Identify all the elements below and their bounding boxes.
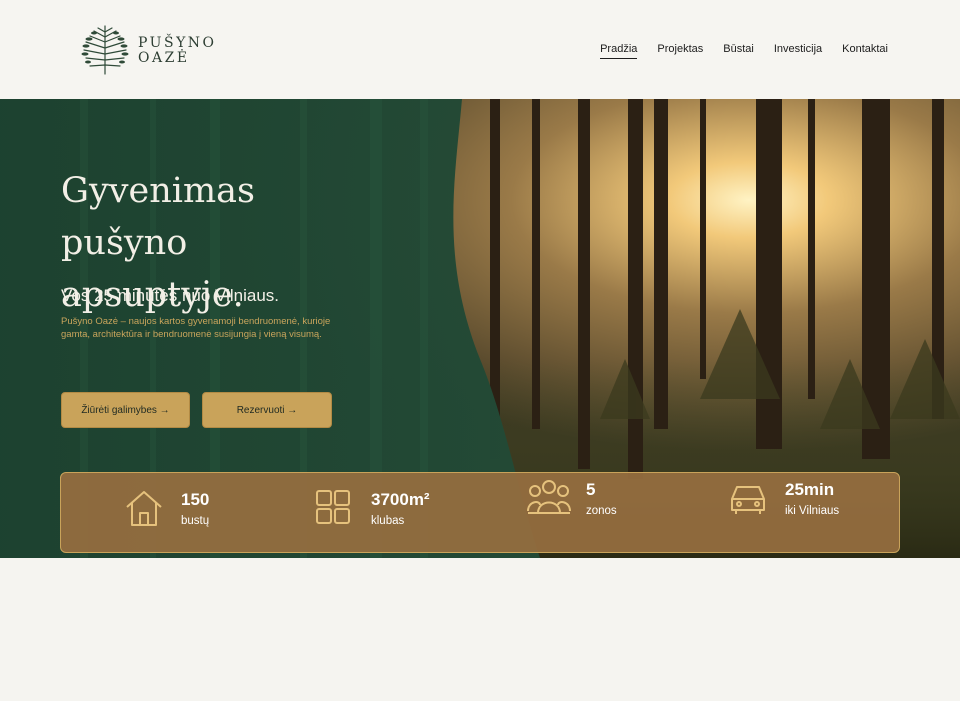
stat-label: bustų — [181, 515, 210, 527]
stat-value: 150 — [181, 490, 210, 509]
nav-item-projektas[interactable]: Projektas — [657, 43, 703, 59]
below-fold-area — [0, 558, 960, 701]
stat-label: klubas — [371, 515, 405, 527]
stat-value: 3700m² — [371, 490, 430, 509]
house-icon — [126, 491, 162, 526]
hero-title-line1: Gyvenimas pušyno — [61, 171, 255, 263]
view-options-button[interactable]: Žiūrėti galimybes → — [61, 392, 190, 428]
car-icon — [731, 486, 765, 514]
logo-line2: OAZĖ — [138, 50, 190, 66]
hero-description: Pušyno Oazė – naujos kartos gyvenamoji b… — [61, 316, 331, 340]
people-icon — [527, 480, 571, 514]
nav-item-bustai[interactable]: Būstai — [723, 43, 754, 59]
logo-text: PUŠYNO OAZĖ — [138, 36, 217, 66]
stat-homes: 150 bustų — [123, 487, 209, 529]
stat-value: 25min — [785, 480, 835, 499]
stat-label: iki Vilniaus — [785, 505, 840, 517]
stat-zones: 5 zonos — [526, 477, 617, 519]
hero-subtitle: Vos 25 minutės nuo Vilniaus. — [61, 286, 279, 305]
pine-tree-icon — [81, 25, 129, 75]
grid-icon — [316, 490, 350, 524]
nav-item-investicija[interactable]: Investicija — [774, 43, 822, 59]
stats-bar: 150 bustų 3700m² klubas 5 zonos 25min ik… — [60, 472, 900, 553]
stat-value: 5 — [586, 480, 596, 499]
reserve-button[interactable]: Rezervuoti → — [202, 392, 332, 428]
logo[interactable]: PUŠYNO OAZĖ — [76, 24, 226, 76]
logo-line1: PUŠYNO — [138, 35, 217, 51]
site-header: PUŠYNO OAZĖ Pradžia Projektas Būstai Inv… — [0, 0, 960, 99]
nav-item-pradzia[interactable]: Pradžia — [600, 43, 638, 59]
main-nav: Pradžia Projektas Būstai Investicija Kon… — [600, 43, 888, 59]
stat-label: zonos — [586, 505, 617, 517]
nav-item-kontaktai[interactable]: Kontaktai — [842, 43, 888, 59]
stat-distance: 25min iki Vilniaus — [727, 477, 839, 519]
stat-club: 3700m² klubas — [313, 487, 430, 529]
